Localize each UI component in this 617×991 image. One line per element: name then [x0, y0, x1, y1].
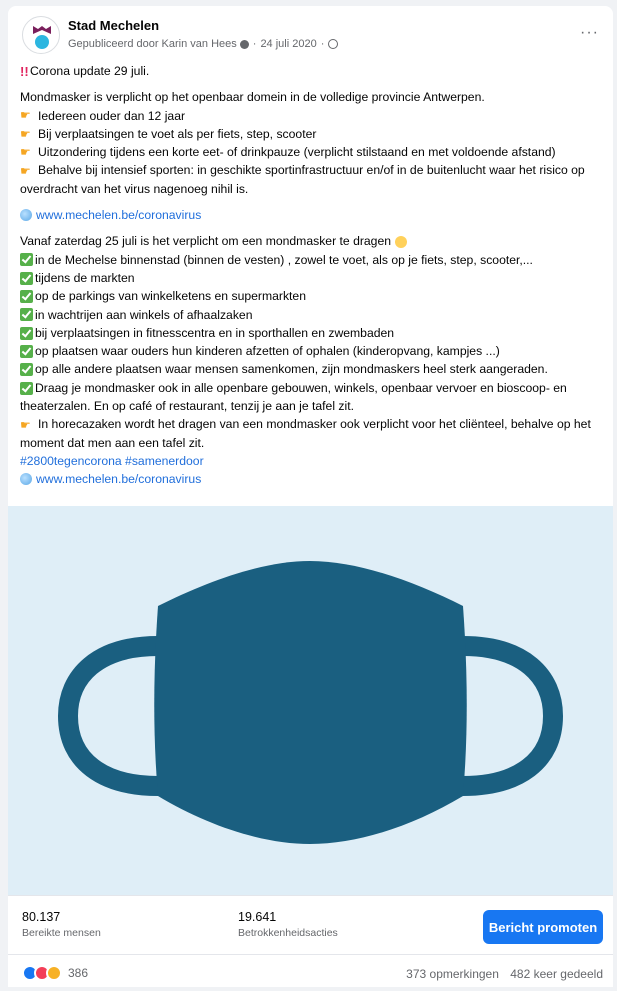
link-line: www.mechelen.be/coronavirus: [20, 206, 605, 224]
check-icon: [20, 271, 33, 285]
check-item: op de parkings van winkelketens en super…: [20, 287, 605, 305]
list-item: ☛ Iedereen ouder dan 12 jaar: [20, 108, 186, 123]
exclamation-icon: !!: [20, 63, 29, 79]
post-card: Stad Mechelen Gepubliceerd door Karin va…: [8, 6, 613, 987]
smiley-icon: [395, 235, 408, 248]
list-item: ☛ Behalve bij intensief sporten: in gesch…: [20, 163, 585, 196]
engagement-value: 19.641: [238, 910, 277, 924]
website-link[interactable]: www.mechelen.be/coronavirus: [36, 470, 201, 488]
check-icon: [20, 382, 33, 396]
pointing-hand-icon: ☛: [20, 126, 31, 141]
face-mask-illustration: [8, 506, 613, 895]
engagement-stat[interactable]: 19.641 Betrokkenheidsacties: [238, 910, 338, 939]
reach-value: 80.137: [22, 910, 61, 924]
post-meta: Gepubliceerd door Karin van Hees · 24 ju…: [68, 38, 339, 50]
globe-icon: [20, 209, 32, 222]
check-item: Draag je mondmasker ook in alle openbare…: [20, 380, 567, 414]
check-item: bij verplaatsingen in fitnesscentra en i…: [20, 324, 605, 342]
separator-dot: ·: [252, 38, 257, 50]
care-reaction-icon: [46, 965, 62, 981]
list-item: ☛ In horecazaken wordt het dragen van een…: [20, 417, 591, 450]
pointing-hand-icon: ☛: [20, 163, 31, 178]
promote-post-button[interactable]: Bericht promoten: [483, 910, 603, 944]
check-item: in wachtrijen aan winkels of afhaalzaken: [20, 306, 605, 324]
website-link[interactable]: www.mechelen.be/coronavirus: [36, 206, 201, 224]
check-item: in de Mechelse binnenstad (binnen de ves…: [20, 251, 605, 269]
comments-count[interactable]: 373 opmerkingen: [406, 967, 499, 981]
paragraph: Vanaf zaterdag 25 juli is het verplicht …: [20, 234, 392, 249]
more-options-button[interactable]: ···: [580, 24, 599, 42]
hashtags[interactable]: #2800tegencorona #samenerdoor: [20, 452, 605, 470]
check-icon: [20, 253, 33, 267]
insights-bar: 80.137 Bereikte mensen 19.641 Betrokkenh…: [8, 895, 613, 955]
pointing-hand-icon: ☛: [20, 145, 31, 160]
post-title-line: !! Corona update 29 juli.: [20, 62, 605, 80]
reactions-summary[interactable]: 386: [22, 965, 88, 981]
reach-stat[interactable]: 80.137 Bereikte mensen: [22, 910, 101, 939]
post-header: Stad Mechelen Gepubliceerd door Karin va…: [22, 16, 603, 56]
globe-icon: [328, 39, 339, 49]
paragraph: Mondmasker is verplicht op het openbaar …: [20, 90, 485, 105]
globe-icon: [20, 473, 32, 486]
avatar[interactable]: [22, 16, 60, 54]
post-title: Corona update 29 juli.: [30, 64, 150, 78]
reaction-count: 386: [68, 966, 89, 980]
check-icon: [20, 363, 33, 377]
published-by[interactable]: Gepubliceerd door Karin van Hees: [68, 38, 237, 50]
pointing-hand-icon: ☛: [20, 108, 31, 123]
link-line: www.mechelen.be/coronavirus: [20, 470, 605, 488]
check-icon: [20, 326, 33, 340]
engagement-counts: 373 opmerkingen 482 keer gedeeld: [406, 967, 603, 981]
post-image[interactable]: [8, 506, 613, 895]
paragraph-line: Vanaf zaterdag 25 juli is het verplicht …: [20, 232, 605, 250]
check-item: op alle andere plaatsen waar mensen same…: [20, 360, 605, 378]
check-item: op plaatsen waar ouders hun kinderen afz…: [20, 342, 605, 360]
check-icon: [20, 308, 33, 322]
author-name[interactable]: Stad Mechelen: [68, 18, 159, 33]
pointing-hand-icon: ☛: [20, 417, 31, 432]
check-icon: [20, 289, 33, 303]
shares-count[interactable]: 482 keer gedeeld: [510, 967, 603, 981]
post-text: !! Corona update 29 juli. Mondmasker is …: [20, 62, 605, 489]
list-item: ☛ Uitzondering tijdens een korte eet- of …: [20, 145, 556, 160]
engagement-label: Betrokkenheidsacties: [238, 927, 338, 939]
separator-dot: ·: [320, 38, 325, 50]
list-item: ☛ Bij verplaatsingen te voet als per fie…: [20, 126, 317, 141]
check-icon: [20, 344, 33, 358]
post-date[interactable]: 24 juli 2020: [260, 38, 316, 50]
city-logo-icon: [33, 26, 51, 49]
info-icon[interactable]: [239, 39, 249, 49]
reach-label: Bereikte mensen: [22, 927, 101, 939]
check-item: tijdens de markten: [20, 269, 605, 287]
